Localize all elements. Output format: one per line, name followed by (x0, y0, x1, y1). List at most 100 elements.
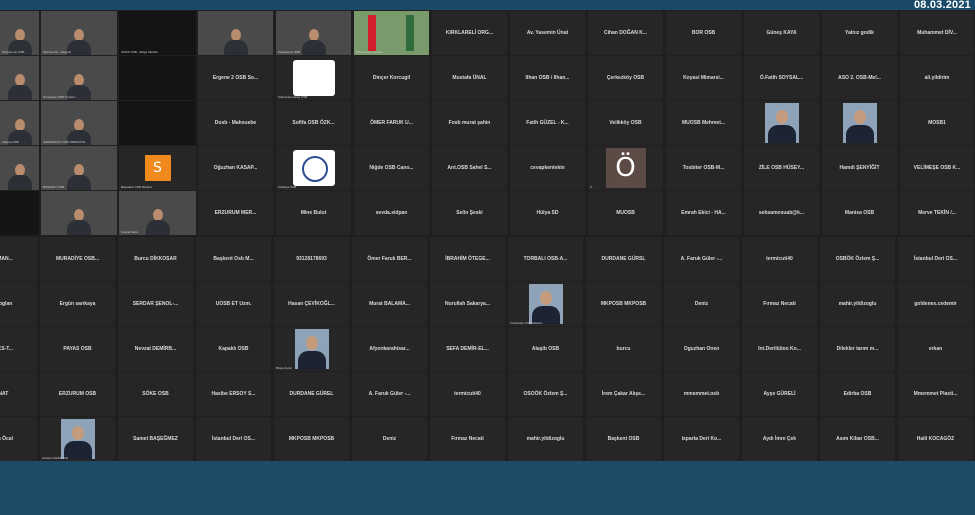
participant-tile[interactable]: Edirba OSB (820, 372, 895, 416)
participant-video-tile[interactable]: ÖÖ (588, 146, 663, 190)
participant-tile[interactable]: KIRKLARELİ ORG... (432, 11, 507, 55)
participant-video-tile[interactable] (0, 56, 39, 100)
participant-video-tile[interactable] (822, 101, 897, 145)
participant-tile[interactable]: Kapaklı OSB (196, 327, 271, 371)
participant-tile[interactable]: Mmemmet Plasti... (898, 372, 973, 416)
participant-tile[interactable]: Hasan ÇEVİKOĞL... (274, 282, 349, 326)
participant-tile[interactable]: Sofifa OSB ÖZK... (276, 101, 351, 145)
participant-tile[interactable]: Tosbiter OSB-M... (666, 146, 741, 190)
participant-tile[interactable]: MKPOSB MKPOSB (586, 282, 661, 326)
participant-tile[interactable]: Hülya SD (510, 191, 585, 235)
participant-video-tile[interactable]: Mehmet Ali - Alaşehir (41, 11, 117, 55)
participant-video-tile[interactable]: ÇERKEZKÖY OSB ÜMRANİYE (41, 101, 117, 145)
participant-tile[interactable]: Ömer Faruk BER... (352, 237, 427, 281)
participant-tile[interactable]: Murat BALAMA... (352, 282, 427, 326)
participant-tile[interactable]: MOSB1 (900, 101, 974, 145)
participant-tile[interactable]: A. Faruk Güler -... (352, 372, 427, 416)
participant-tile[interactable]: VELİMEŞE OSB K... (900, 146, 974, 190)
participant-tile[interactable]: A. Faruk Güler -... (664, 237, 739, 281)
participant-tile[interactable]: Fırmaz Necati (430, 417, 505, 461)
participant-tile[interactable]: Oguzhan Onen (664, 327, 739, 371)
participant-tile[interactable]: Isparta Deri Ko... (664, 417, 739, 461)
participant-tile[interactable]: Deniz (664, 282, 739, 326)
participant-tile[interactable]: Selin Şeski (432, 191, 507, 235)
participant-video-tile[interactable]: Sosyal Daire (119, 191, 196, 235)
participant-tile[interactable]: Ayşe GÜRELİ (742, 372, 817, 416)
participant-tile[interactable]: Int.Deriliüteo Ko... (742, 327, 817, 371)
participant-tile[interactable]: ...rkan Öcal (0, 417, 37, 461)
participant-tile[interactable]: Alaşib OSB (508, 327, 583, 371)
participant-tile[interactable]: termicuti40 (742, 237, 817, 281)
participant-tile[interactable]: Dosb - Mahsuebe (198, 101, 273, 145)
participant-tile[interactable]: ÖMER FARUK U... (354, 101, 429, 145)
participant-tile[interactable]: mahir.yildizoglu (820, 282, 895, 326)
participant-tile[interactable]: ZİLE OSB HÜSEY... (744, 146, 819, 190)
participant-video-tile[interactable]: Kütahya OSB (276, 146, 351, 190)
participant-tile[interactable]: İstanbul Deri OS... (196, 417, 271, 461)
participant-tile[interactable]: sevda.sidpan (354, 191, 429, 235)
participant-video-tile[interactable]: SİVAS OSB - Bölge Müdürü (119, 11, 196, 55)
participant-tile[interactable]: Halil KOCAGÖZ (898, 417, 973, 461)
participant-tile[interactable]: Kocaoglan (0, 282, 37, 326)
participant-video-tile[interactable]: Osmaniye OSB Yönetim (41, 56, 117, 100)
participant-video-tile[interactable] (119, 101, 196, 145)
participant-video-tile[interactable]: Günkan KESİRTAR (40, 417, 115, 461)
participant-tile[interactable]: Dilekler tarım m... (820, 327, 895, 371)
participant-tile[interactable]: Emrah Ekici - HA... (666, 191, 741, 235)
participant-tile[interactable]: Hamdi ŞENYİĞİT (822, 146, 897, 190)
participant-tile[interactable]: Çerkezköy OSB (588, 56, 663, 100)
participant-tile[interactable]: TORBALI OSB-A... (508, 237, 583, 281)
participant-tile[interactable]: Niğde OSB Cano... (354, 146, 429, 190)
participant-tile[interactable]: erkan (898, 327, 973, 371)
participant-tile[interactable]: Koyasi Mimarsi... (666, 56, 741, 100)
participant-tile[interactable]: Burcu DİKKOSAR (118, 237, 193, 281)
participant-tile[interactable]: MKPOSB MKPOSB (274, 417, 349, 461)
participant-tile[interactable]: ERZURUM MER... (198, 191, 273, 235)
participant-tile[interactable]: Fatih GÜZEL - K... (510, 101, 585, 145)
participant-tile[interactable]: Av. Yasemin Ünat (510, 11, 585, 55)
participant-tile[interactable]: Yalnız godik (822, 11, 897, 55)
participant-tile[interactable]: 93128178693 (274, 237, 349, 281)
participant-tile[interactable]: Fırmaz Necati (742, 282, 817, 326)
participant-video-tile[interactable]: Kastamonu OSB (0, 11, 39, 55)
participant-video-tile[interactable]: Büşra Aydın (274, 327, 349, 371)
participant-tile[interactable]: termicuti40 (430, 372, 505, 416)
participant-tile[interactable]: Mustafa ÜNAL (432, 56, 507, 100)
participant-tile[interactable]: ASO 2. OSB-Mel... (822, 56, 897, 100)
participant-tile[interactable]: Hasibe ERSOY S... (196, 372, 271, 416)
participant-tile[interactable]: PAYAS OSB (40, 327, 115, 371)
participant-video-tile[interactable]: Kahramanmaraş OSB (276, 56, 351, 100)
participant-tile[interactable]: Asım Kibar OSB... (820, 417, 895, 461)
participant-tile[interactable]: goldenes.cedemir (898, 282, 973, 326)
participant-tile[interactable]: Ö.Fatih SOYSAL... (744, 56, 819, 100)
participant-video-tile[interactable] (119, 56, 196, 100)
participant-tile[interactable]: Mine Bulut (276, 191, 351, 235)
participant-video-tile[interactable]: Kapadokya OSB (276, 11, 351, 55)
participant-tile[interactable]: ali.yildirim (900, 56, 974, 100)
participant-tile[interactable]: MUOSB (588, 191, 663, 235)
participant-tile[interactable]: OSBÖK Özlem Ş... (820, 237, 895, 281)
participant-tile[interactable]: ...UNAT (0, 372, 37, 416)
participant-tile[interactable]: MURADİYE OSB... (40, 237, 115, 281)
participant-tile[interactable]: Samet BAŞEĞMEZ (118, 417, 193, 461)
participant-video-tile[interactable]: Milli Sanayi İstanbul (354, 11, 429, 55)
participant-video-tile[interactable] (41, 191, 117, 235)
participant-tile[interactable]: Nurullah Sakarya... (430, 282, 505, 326)
participant-tile[interactable]: Ergün sarıkaya (40, 282, 115, 326)
participant-video-tile[interactable]: Vezirköprü OSB Müdürü (508, 282, 583, 326)
participant-video-tile[interactable]: Ankara OSB (0, 101, 39, 145)
participant-tile[interactable]: SERDAR ŞENOL-... (118, 282, 193, 326)
participant-tile[interactable]: burcu (586, 327, 661, 371)
participant-tile[interactable]: Deniz (352, 417, 427, 461)
participant-tile[interactable]: BOR OSB (666, 11, 741, 55)
participant-tile[interactable]: Muhammet DİV... (900, 11, 974, 55)
participant-tile[interactable]: Nevzat DEMİRB... (118, 327, 193, 371)
participant-tile[interactable]: DURDANE GÜREL (274, 372, 349, 416)
participant-video-tile[interactable] (744, 101, 819, 145)
participant-tile[interactable]: Velikköy OSB (588, 101, 663, 145)
participant-video-tile[interactable]: BAŞKENT OSB (41, 146, 117, 190)
participant-tile[interactable]: İBRAHİM ÖTEGE... (430, 237, 505, 281)
participant-tile[interactable]: Afyonkarahisar... (352, 327, 427, 371)
participant-tile[interactable]: DURDANE GÜRSL (586, 237, 661, 281)
participant-tile[interactable]: mahir.yildizoglu (508, 417, 583, 461)
